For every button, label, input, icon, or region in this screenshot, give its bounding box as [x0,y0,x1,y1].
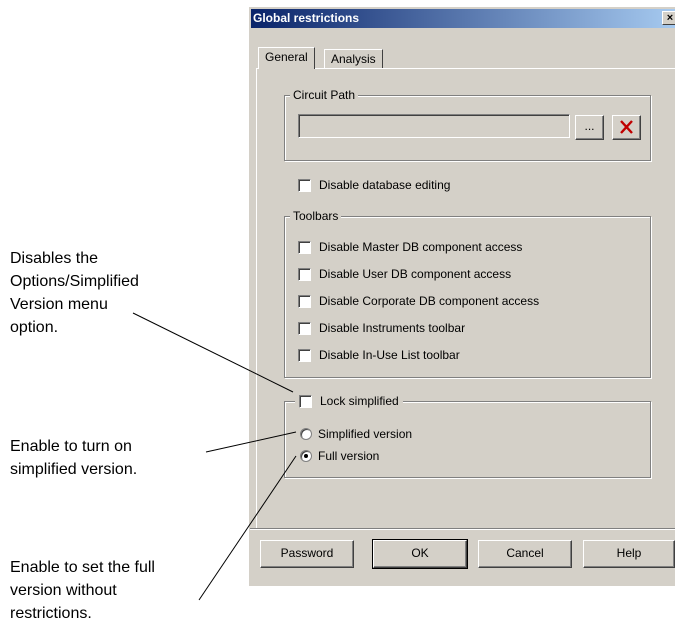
callout-turn-on-simplified: Enable to turn on simplified version. [10,435,137,481]
clear-path-button[interactable] [612,115,641,140]
checkbox-box [298,294,311,308]
disable-instruments-toolbar-checkbox[interactable]: Disable Instruments toolbar [298,321,465,335]
checkbox-box [299,394,312,408]
radio-selected-dot [304,454,308,458]
checkbox-label: Disable Instruments toolbar [319,321,466,335]
password-button[interactable]: Password [260,540,354,568]
callout-line: Enable to turn on [10,438,132,455]
radio-label: Full version [318,449,380,463]
tab-general[interactable]: General [258,47,315,69]
radio-circle [300,450,312,462]
cancel-button-label: Cancel [506,546,544,560]
callout-full-version: Enable to set the full version without r… [10,556,155,625]
lock-simplified-checkbox[interactable]: Lock simplified [295,394,403,408]
red-x-icon [620,120,633,134]
checkbox-label: Disable User DB component access [319,267,512,281]
checkbox-box [298,178,311,192]
callout-simplified-menu: Disables the Options/Simplified Version … [10,247,139,339]
checkbox-box [298,267,311,281]
close-button[interactable]: × [662,11,675,25]
tab-general-label: General [265,50,308,64]
callout-line: Version menu [10,296,108,313]
close-icon: × [666,12,674,24]
callout-line: version without [10,582,117,599]
help-button[interactable]: Help [583,540,675,568]
callout-line: Options/Simplified [10,273,139,290]
disable-master-db-checkbox[interactable]: Disable Master DB component access [298,240,522,254]
button-separator [250,528,675,530]
browse-button-label: ... [584,119,595,133]
radio-label: Simplified version [318,427,413,441]
callout-line: Enable to set the full [10,559,155,576]
disable-in-use-list-checkbox[interactable]: Disable In-Use List toolbar [298,348,460,362]
ok-button[interactable]: OK [372,539,468,569]
callout-line: simplified version. [10,461,138,478]
title-bar: Global restrictions × [251,9,675,28]
toolbars-legend: Toolbars [290,209,342,223]
callout-line: Disables the [10,250,99,267]
callout-line: option. [10,319,59,336]
checkbox-box [298,321,311,335]
checkbox-label: Disable Master DB component access [319,240,523,254]
tab-analysis-label: Analysis [331,52,376,66]
checkbox-label: Disable database editing [319,178,451,192]
circuit-path-field[interactable] [298,114,570,138]
checkbox-box [298,240,311,254]
cancel-button[interactable]: Cancel [478,540,572,568]
checkbox-label: Lock simplified [320,394,399,408]
help-button-label: Help [616,546,642,560]
full-version-radio[interactable]: Full version [300,449,379,463]
checkbox-label: Disable In-Use List toolbar [319,348,460,362]
callout-line: restrictions. [10,605,92,622]
disable-corporate-db-checkbox[interactable]: Disable Corporate DB component access [298,294,539,308]
ok-button-label: OK [411,546,429,560]
password-button-label: Password [280,546,334,560]
browse-button[interactable]: ... [575,115,604,140]
dialog-title: Global restrictions [253,11,360,25]
disable-database-editing-checkbox[interactable]: Disable database editing [298,178,450,192]
disable-user-db-checkbox[interactable]: Disable User DB component access [298,267,511,281]
checkbox-label: Disable Corporate DB component access [319,294,540,308]
radio-circle [300,428,312,440]
simplified-version-radio[interactable]: Simplified version [300,427,412,441]
tab-analysis[interactable]: Analysis [324,49,383,68]
checkbox-box [298,348,311,362]
circuit-path-legend: Circuit Path [290,88,359,102]
